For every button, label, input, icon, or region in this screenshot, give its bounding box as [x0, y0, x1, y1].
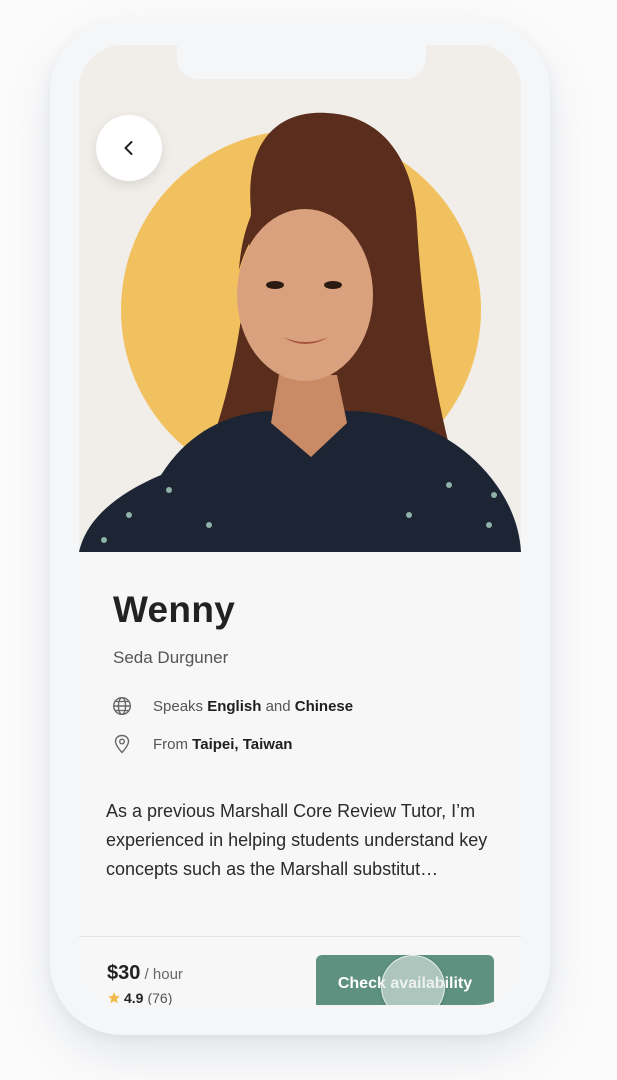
map-pin-icon [111, 733, 133, 755]
back-button[interactable] [96, 115, 162, 181]
location-value: Taipei, Taiwan [192, 735, 293, 753]
price-label: $30 / hour [107, 962, 183, 985]
app-screen: Wenny Seda Durguner Speaks English and C… [79, 45, 521, 1005]
price-amount: $30 [107, 962, 141, 984]
chevron-left-icon [124, 141, 133, 155]
language-english: English [207, 697, 262, 715]
rating-value: 4.9 [124, 990, 144, 1005]
price-unit: / hour [144, 966, 183, 983]
footer-divider [79, 936, 521, 937]
star-icon [108, 992, 120, 1004]
languages-row: Speaks English and Chinese [111, 694, 353, 718]
phone-notch [177, 45, 426, 79]
rating: 4.9 (76) [107, 990, 172, 1005]
tutor-details: Wenny Seda Durguner Speaks English and C… [79, 552, 521, 1005]
language-chinese: Chinese [294, 697, 354, 715]
location-row: From Taipei, Taiwan [111, 732, 292, 756]
tutor-bio: As a previous Marshall Core Review Tutor… [106, 801, 488, 879]
from-label: From [153, 735, 188, 753]
tutor-subtitle: Seda Durguner [113, 648, 229, 667]
speaks-label: Speaks [153, 697, 204, 715]
tutor-name: Wenny [113, 589, 236, 630]
review-count: (76) [147, 990, 173, 1005]
globe-icon [111, 695, 133, 717]
and-label: and [265, 697, 291, 715]
